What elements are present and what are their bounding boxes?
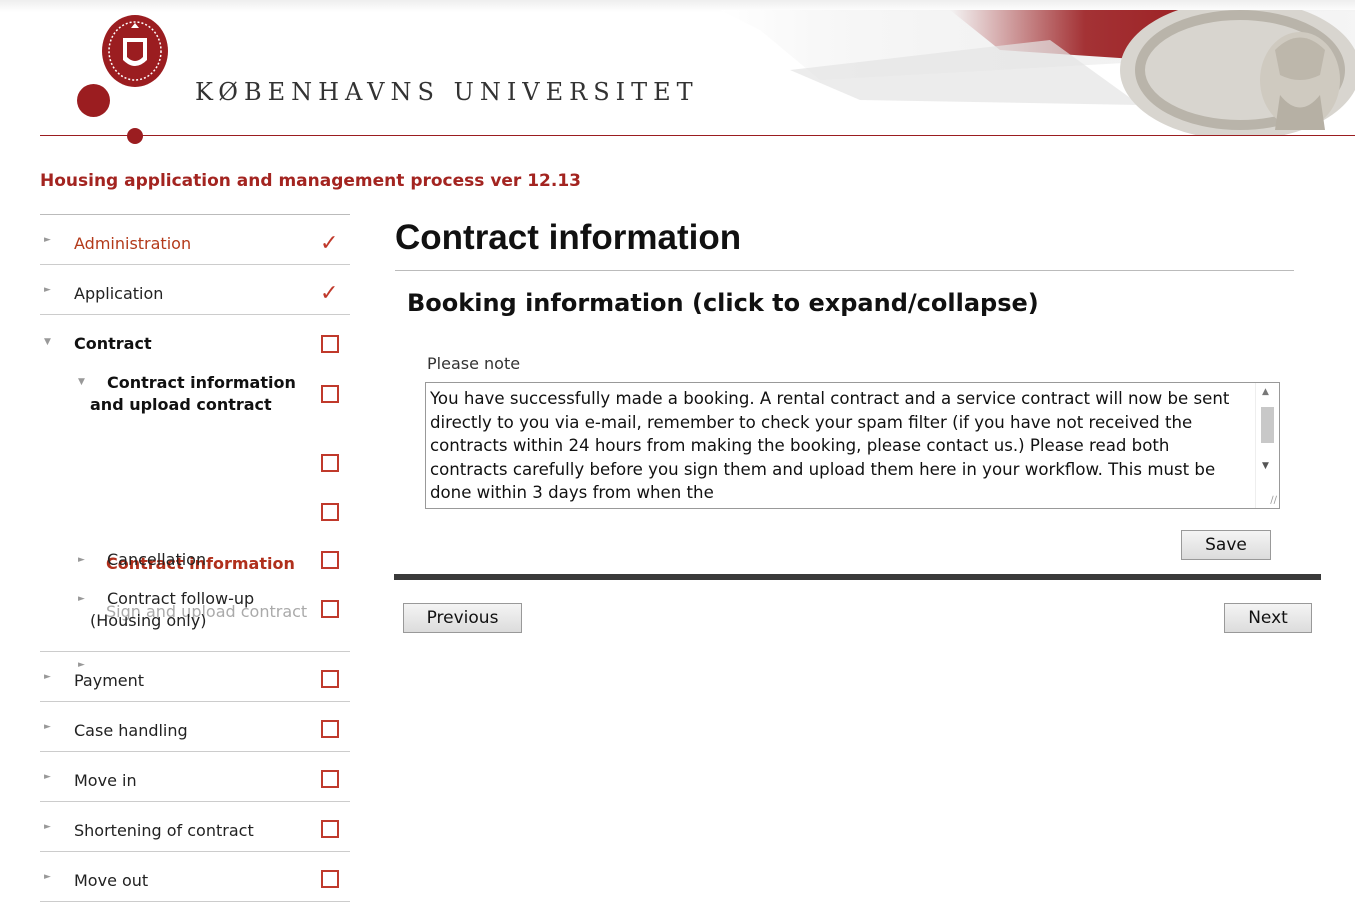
sidebar-item-label[interactable]: Payment [74, 670, 144, 692]
sidebar-item-label[interactable]: Application [74, 283, 163, 305]
chevron-right-icon: ► [44, 722, 51, 732]
section-divider-bar [394, 574, 1321, 580]
checkbox-empty-icon [321, 720, 339, 738]
page-title: Contract information [395, 218, 742, 257]
page-header: KØBENHAVNS UNIVERSITET [0, 0, 1355, 150]
sidebar-subitem-cancellation[interactable]: Cancellation [107, 549, 206, 571]
next-button[interactable]: Next [1224, 603, 1312, 633]
booking-info-toggle[interactable]: Booking information (click to expand/col… [407, 289, 1039, 317]
sidebar-item-label[interactable]: Move out [74, 870, 148, 892]
brand-dot-small [127, 128, 143, 144]
sidebar-item-label[interactable]: Shortening of contract [74, 820, 254, 842]
chevron-right-icon: ► [44, 872, 51, 882]
sidebar-item-label[interactable]: Administration [74, 233, 191, 255]
sidebar-item-label[interactable]: Case handling [74, 720, 188, 742]
header-rule [40, 135, 1355, 136]
checkmark-icon: ✓ [320, 231, 339, 256]
sidebar-item-label[interactable]: Move in [74, 770, 137, 792]
note-text: You have successfully made a booking. A … [430, 389, 1230, 502]
textarea-scrollbar[interactable]: ▲ ▼ [1255, 383, 1279, 508]
sidebar-item-case-handling[interactable]: ► Case handling [40, 702, 350, 752]
chevron-right-icon: ► [78, 555, 85, 565]
sidebar-subitem-contract-follow-up[interactable]: Contract follow-up [107, 588, 254, 610]
scroll-up-icon[interactable]: ▲ [1262, 387, 1269, 397]
sidebar-item-application[interactable]: ► Application ✓ [40, 265, 350, 315]
chevron-right-icon: ► [44, 772, 51, 782]
university-seal-icon[interactable] [101, 14, 169, 88]
chevron-right-icon: ► [44, 822, 51, 832]
checkbox-empty-icon [321, 454, 339, 472]
scroll-down-icon[interactable]: ▼ [1262, 461, 1269, 471]
sidebar-item-administration[interactable]: ► Administration ✓ [40, 215, 350, 265]
checkbox-empty-icon [321, 870, 339, 888]
chevron-right-icon: ► [78, 594, 85, 604]
contract-subtree: ► Cancellation ► Contract follow-up (Hou… [40, 314, 350, 651]
sidebar-item-move-out[interactable]: ► Move out [40, 852, 350, 902]
title-divider [395, 270, 1294, 271]
scroll-thumb[interactable] [1261, 407, 1274, 443]
save-button[interactable]: Save [1181, 530, 1271, 560]
header-sculpture-art [720, 10, 1355, 135]
checkbox-empty-icon [321, 670, 339, 688]
sidebar-item-payment[interactable]: ► Payment [40, 652, 350, 702]
brand-dot-large [77, 84, 110, 117]
checkbox-empty-icon [321, 600, 339, 618]
note-label: Please note [427, 354, 521, 373]
process-title: Housing application and management proce… [40, 171, 582, 191]
previous-button[interactable]: Previous [403, 603, 522, 633]
checkmark-icon: ✓ [320, 281, 339, 306]
checkbox-empty-icon [321, 770, 339, 788]
chevron-right-icon: ► [44, 672, 51, 682]
chevron-right-icon: ► [44, 285, 51, 295]
checkbox-empty-icon [321, 503, 339, 521]
university-name: KØBENHAVNS UNIVERSITET [195, 78, 699, 106]
checkbox-empty-icon [321, 551, 339, 569]
note-textarea[interactable]: You have successfully made a booking. A … [425, 382, 1280, 509]
sidebar-item-move-in[interactable]: ► Move in [40, 752, 350, 802]
sidebar-item-shortening-of-contract[interactable]: ► Shortening of contract [40, 802, 350, 852]
sidebar-subitem-contract-follow-up-line2[interactable]: (Housing only) [90, 610, 206, 632]
chevron-right-icon: ► [44, 235, 51, 245]
resize-handle-icon[interactable]: ∕∕ [1270, 495, 1277, 506]
checkbox-empty-icon [321, 820, 339, 838]
